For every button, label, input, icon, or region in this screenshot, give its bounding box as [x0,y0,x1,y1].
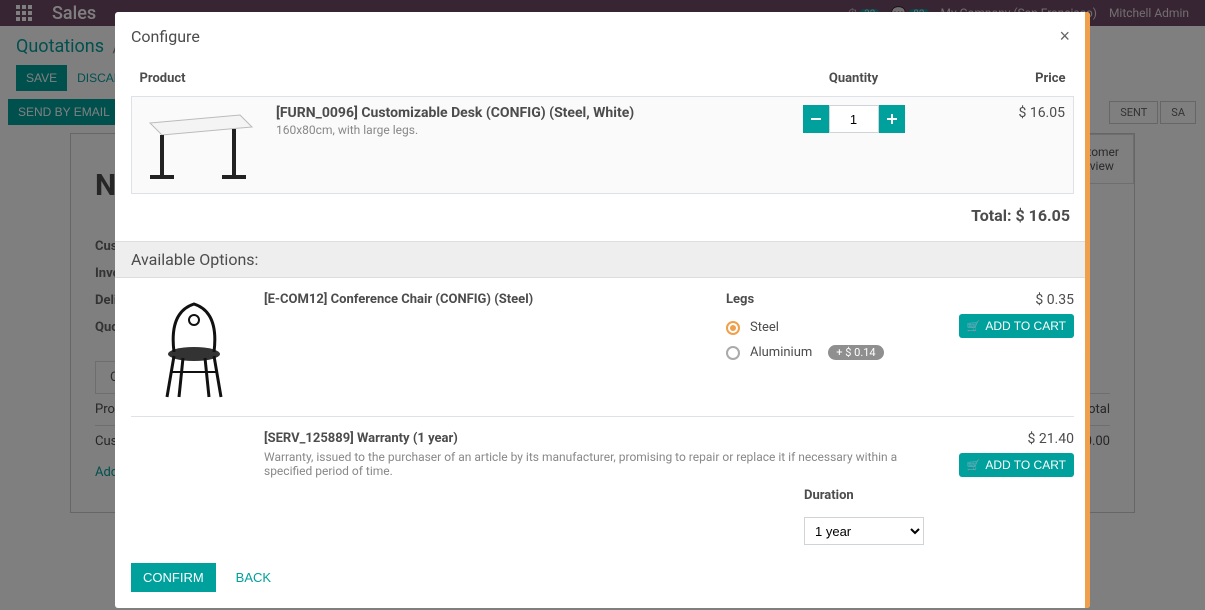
th-quantity: Quantity [774,61,934,97]
cart-icon: 🛒 [967,459,981,472]
add-to-cart-button[interactable]: 🛒 ADD TO CART [959,453,1074,477]
option-row: [SERV_125889] Warranty (1 year) Warranty… [131,417,1074,547]
th-price: Price [934,61,1074,97]
modal-title: Configure [131,27,200,46]
cart-icon: 🛒 [967,320,981,333]
option-price: $ 0.35 [944,292,1074,308]
option-row: [E-COM12] Conference Chair (CONFIG) (Ste… [131,278,1074,417]
minus-icon [810,113,822,125]
legs-option-steel[interactable]: Steel [726,315,936,340]
product-table: Product Quantity Price [131,61,1074,194]
quantity-stepper [803,105,905,133]
product-row: [FURN_0096] Customizable Desk (CONFIG) (… [132,97,1074,194]
modal-accent-bar [1085,12,1090,608]
option-name: [SERV_125889] Warranty (1 year) [264,431,936,446]
add-to-cart-button[interactable]: 🛒 ADD TO CART [959,314,1074,338]
product-name: [FURN_0096] Customizable Desk (CONFIG) (… [276,105,766,121]
legs-attr-title: Legs [726,292,936,307]
available-options-title: Available Options: [115,241,1090,278]
close-icon[interactable]: × [1055,26,1074,47]
qty-input[interactable] [829,105,879,133]
radio-icon [726,321,740,335]
duration-attr-title: Duration [804,488,936,503]
plus-icon [886,113,898,125]
product-price: $ 16.05 [934,97,1074,194]
radio-icon [726,346,740,360]
th-product: Product [132,61,774,97]
modal-overlay: Configure × Product Quantity Price [0,0,1205,610]
duration-select[interactable]: 1 year [804,517,924,545]
legs-option-aluminium[interactable]: Aluminium + $ 0.14 [726,340,936,365]
configure-modal: Configure × Product Quantity Price [115,12,1090,608]
option-image [131,292,256,402]
option-name: [E-COM12] Conference Chair (CONFIG) (Ste… [264,292,718,307]
back-button[interactable]: BACK [236,570,271,585]
qty-minus-button[interactable] [803,105,829,133]
qty-plus-button[interactable] [879,105,905,133]
product-description: 160x80cm, with large legs. [276,123,766,137]
confirm-button[interactable]: CONFIRM [131,563,216,592]
option-description: Warranty, issued to the purchaser of an … [264,450,936,478]
option-price: $ 21.40 [944,431,1074,447]
product-image [140,105,260,185]
price-extra-badge: + $ 0.14 [828,345,883,360]
total-line: Total: $ 16.05 [131,194,1074,241]
